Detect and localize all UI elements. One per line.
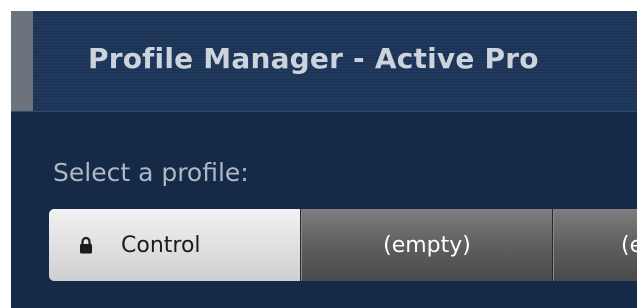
profile-button-label: (e <box>621 232 637 258</box>
header-accent-bar <box>11 11 33 111</box>
profile-selector: Control (empty) (e <box>49 209 637 281</box>
lock-icon <box>79 236 93 254</box>
select-profile-label: Select a profile: <box>53 158 249 187</box>
profile-manager-panel: Profile Manager - Active Pro Select a pr… <box>11 11 637 308</box>
profile-button-control[interactable]: Control <box>49 209 301 281</box>
profile-button-empty[interactable]: (empty) <box>301 209 553 281</box>
profile-button-label: (empty) <box>383 232 471 258</box>
profile-button-empty[interactable]: (e <box>553 209 637 281</box>
screen: Profile Manager - Active Pro Select a pr… <box>0 0 637 308</box>
header-divider <box>11 111 637 112</box>
page-title: Profile Manager - Active Pro <box>88 42 539 75</box>
profile-button-label: Control <box>121 232 201 258</box>
panel-header: Profile Manager - Active Pro <box>11 11 637 111</box>
